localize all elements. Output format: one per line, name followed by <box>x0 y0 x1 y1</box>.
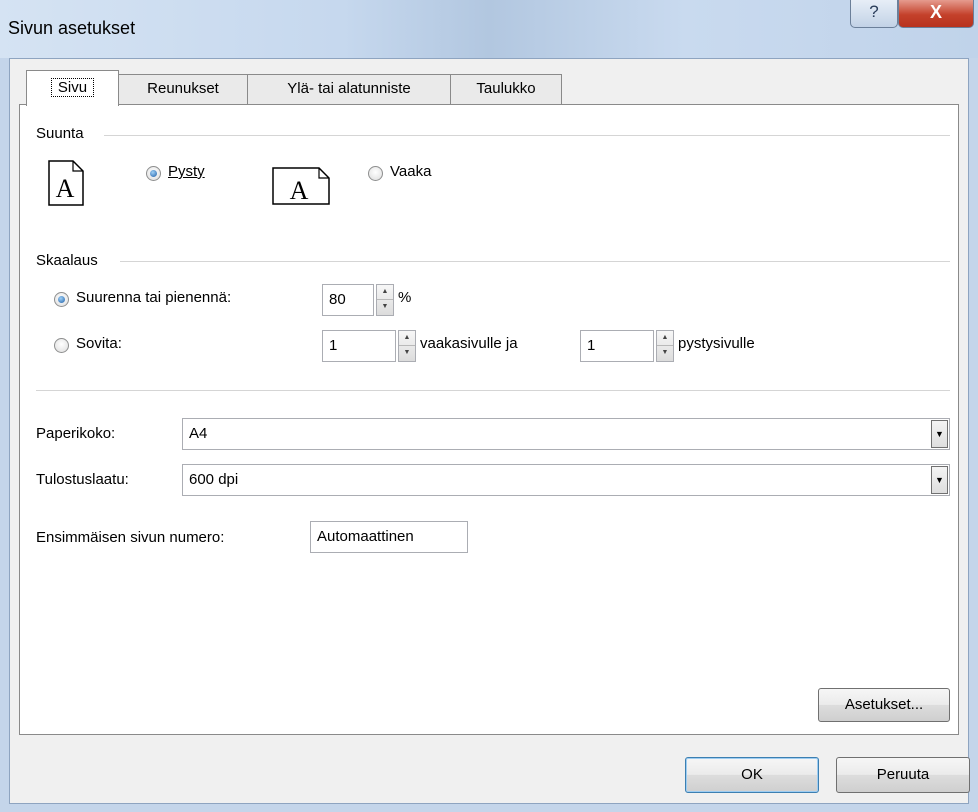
tab-taulukko[interactable]: Taulukko <box>450 74 562 104</box>
first-page-number-label: Ensimmäisen sivun numero: <box>36 529 225 546</box>
print-quality-label: Tulostuslaatu: <box>36 471 129 488</box>
tab-reunukset[interactable]: Reunukset <box>118 74 248 104</box>
adjust-to-label[interactable]: Suurenna tai pienennä: <box>76 289 231 306</box>
spin-up-icon[interactable]: ▲ <box>399 331 415 346</box>
spin-up-icon[interactable]: ▲ <box>657 331 673 346</box>
percent-sign: % <box>398 289 412 306</box>
fit-to-label[interactable]: Sovita: <box>76 335 122 352</box>
cancel-button[interactable]: Peruuta <box>836 757 970 793</box>
paper-size-label: Paperikoko: <box>36 425 116 442</box>
title-bar: Sivun asetukset ? X <box>0 0 978 58</box>
landscape-page-icon: A <box>272 167 330 205</box>
adjust-to-radio[interactable] <box>54 292 69 307</box>
fit-pages-wide-stepper[interactable]: ▲ ▼ <box>398 330 416 362</box>
fit-to-radio[interactable] <box>54 338 69 353</box>
print-quality-dropdown[interactable]: 600 dpi ▼ <box>182 464 950 496</box>
landscape-radio[interactable] <box>368 166 383 181</box>
chevron-down-icon[interactable]: ▼ <box>931 466 948 494</box>
close-icon: X <box>929 2 942 22</box>
landscape-label[interactable]: Vaaka <box>390 163 431 180</box>
landscape-icon-letter: A <box>290 176 309 205</box>
portrait-label[interactable]: Pysty <box>168 163 205 180</box>
tab-label: Reunukset <box>147 80 219 97</box>
orientation-group-label: Suunta <box>36 125 84 142</box>
scale-percent-input[interactable]: 80 <box>322 284 374 316</box>
fit-pages-tall-suffix: pystysivulle <box>678 335 755 352</box>
spin-down-icon[interactable]: ▼ <box>657 346 673 361</box>
fit-pages-wide-suffix: vaakasivulle ja <box>420 335 518 352</box>
paper-size-dropdown[interactable]: A4 ▼ <box>182 418 950 450</box>
tab-label: Ylä- tai alatunniste <box>287 80 411 97</box>
fit-pages-tall-stepper[interactable]: ▲ ▼ <box>656 330 674 362</box>
spin-down-icon[interactable]: ▼ <box>399 346 415 361</box>
tab-label: Taulukko <box>476 80 536 97</box>
group-divider <box>120 261 950 262</box>
spin-down-icon[interactable]: ▼ <box>377 300 393 315</box>
portrait-icon-letter: A <box>56 174 75 203</box>
fit-pages-tall-input[interactable]: 1 <box>580 330 654 362</box>
tab-label: Sivu <box>50 78 95 97</box>
help-button[interactable]: ? <box>850 0 898 28</box>
section-divider <box>36 390 950 391</box>
tab-sivu[interactable]: Sivu <box>26 70 119 106</box>
scale-percent-stepper[interactable]: ▲ ▼ <box>376 284 394 316</box>
first-page-number-input[interactable]: Automaattinen <box>310 521 468 553</box>
chevron-down-icon[interactable]: ▼ <box>931 420 948 448</box>
portrait-radio[interactable] <box>146 166 161 181</box>
ok-button[interactable]: OK <box>685 757 819 793</box>
portrait-page-icon: A <box>48 160 84 206</box>
tab-panel-sivu: Suunta A Pysty A Vaaka Skaalaus Suurenna… <box>19 104 959 735</box>
close-button[interactable]: X <box>898 0 974 28</box>
scaling-group-label: Skaalaus <box>36 252 98 269</box>
spin-up-icon[interactable]: ▲ <box>377 285 393 300</box>
group-divider <box>104 135 950 136</box>
fit-pages-wide-input[interactable]: 1 <box>322 330 396 362</box>
help-icon: ? <box>869 2 879 21</box>
window-title: Sivun asetukset <box>8 18 136 38</box>
options-button[interactable]: Asetukset... <box>818 688 950 722</box>
paper-size-value: A4 <box>189 425 208 442</box>
print-quality-value: 600 dpi <box>189 471 239 488</box>
tab-yla-tai-alatunniste[interactable]: Ylä- tai alatunniste <box>247 74 451 104</box>
